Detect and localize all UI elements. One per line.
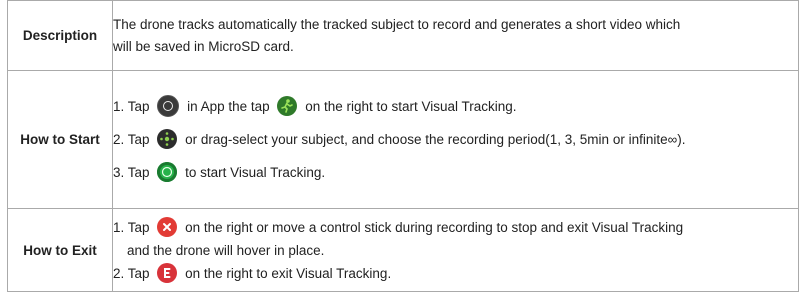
exit-e-icon bbox=[157, 262, 178, 283]
exit-step-1-prefix: 1. Tap bbox=[113, 219, 150, 235]
start-step-2-suffix: or drag-select your subject, and choose … bbox=[185, 132, 686, 147]
start-step-3: 3. Tap to start Visual Tracking. bbox=[113, 156, 798, 189]
exit-step-2: 2. Tap on the right to exit Visual Track… bbox=[113, 262, 798, 285]
go-button-icon bbox=[157, 162, 178, 183]
description-line-2: will be saved in MicroSD card. bbox=[113, 38, 294, 54]
start-step-1: 1. Tap in App the tap on the right to st… bbox=[113, 90, 798, 123]
start-step-2: 2. Tap or drag-select your subject, and … bbox=[113, 123, 798, 156]
how-to-exit-row: How to Exit 1. Tap on the right or move … bbox=[7, 208, 799, 292]
start-step-3-prefix: 3. Tap bbox=[113, 165, 150, 180]
how-to-exit-label: How to Exit bbox=[7, 208, 113, 292]
start-step-1-prefix: 1. Tap bbox=[113, 99, 150, 114]
start-step-2-prefix: 2. Tap bbox=[113, 132, 150, 147]
how-to-exit-steps: 1. Tap on the right or move a control st… bbox=[112, 208, 799, 292]
dpad-icon bbox=[157, 95, 180, 118]
exit-step-2-suffix: on the right to exit Visual Tracking. bbox=[185, 265, 392, 281]
visual-tracking-table: Description The drone tracks automatical… bbox=[7, 0, 799, 292]
start-step-3-suffix: to start Visual Tracking. bbox=[185, 165, 326, 180]
exit-step-1: 1. Tap on the right or move a control st… bbox=[113, 216, 798, 239]
running-person-icon bbox=[277, 96, 298, 117]
start-step-1-suffix: on the right to start Visual Tracking. bbox=[305, 99, 517, 114]
exit-step-1-suffix: on the right or move a control stick dur… bbox=[185, 219, 684, 235]
target-select-icon bbox=[157, 129, 178, 150]
description-line-1: The drone tracks automatically the track… bbox=[113, 16, 681, 32]
description-row: Description The drone tracks automatical… bbox=[7, 0, 799, 71]
start-step-1-middle: in App the tap bbox=[187, 99, 270, 114]
how-to-start-label: How to Start bbox=[7, 70, 113, 209]
exit-step-2-prefix: 2. Tap bbox=[113, 265, 150, 281]
exit-step-1-continued: and the drone will hover in place. bbox=[127, 242, 325, 258]
stop-x-icon bbox=[157, 216, 178, 237]
description-label: Description bbox=[7, 0, 113, 71]
how-to-start-row: How to Start 1. Tap in App the tap on th… bbox=[7, 70, 799, 209]
description-text: The drone tracks automatically the track… bbox=[112, 0, 799, 71]
how-to-start-steps: 1. Tap in App the tap on the right to st… bbox=[112, 70, 799, 209]
